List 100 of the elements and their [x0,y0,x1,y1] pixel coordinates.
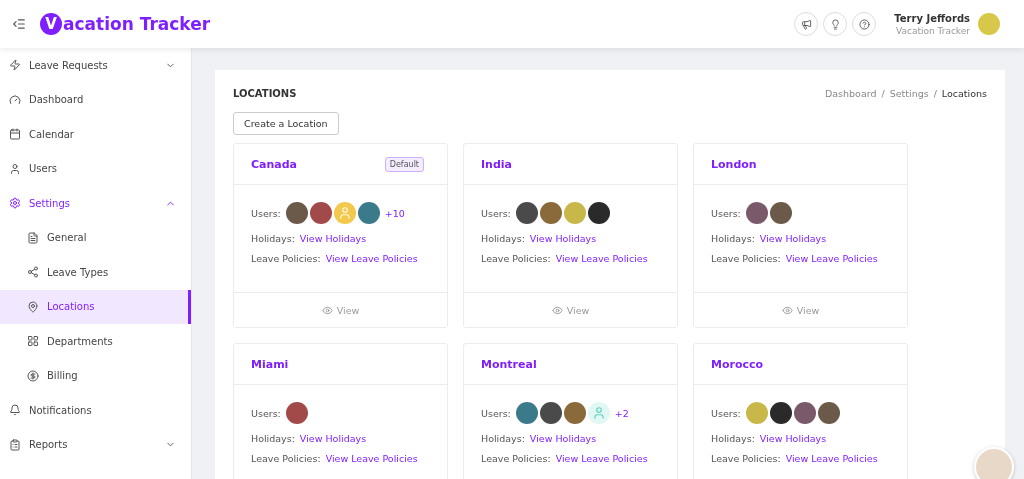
leave-policies-label: Leave Policies: [711,253,781,264]
leave-policies-label: Leave Policies: [481,253,551,264]
users-label: Users: [711,207,741,219]
users-label: Users: [711,407,741,419]
bolt-icon [9,59,21,72]
holidays-label: Holidays: [711,433,755,444]
announcements-button[interactable] [794,12,819,36]
location-name[interactable]: Canada [251,157,298,171]
user-icon [9,162,21,175]
sidebar-item[interactable]: Settings [0,186,191,221]
breadcrumb-separator: / [881,88,885,99]
sidebar-item[interactable]: Leave Types [0,255,191,290]
nodes-icon [27,266,39,279]
more-users-count: +10 [384,207,405,219]
sidebar-item[interactable]: Billing [0,358,191,393]
holidays-label: Holidays: [481,233,525,244]
user-avatar [769,202,792,224]
sidebar-item[interactable]: Leave Requests [0,48,191,83]
eye-icon [781,304,793,316]
user-avatar [817,402,840,424]
view-leave-policies-link[interactable]: View Leave Policies [785,253,878,264]
megaphone-icon [800,18,812,30]
help-button[interactable] [852,12,877,36]
holidays-label: Holidays: [711,233,755,244]
sidebar-item[interactable]: Locations [0,289,191,324]
user-avatar [587,202,610,224]
sidebar-item[interactable]: Users [0,151,191,186]
user-avatar [309,202,332,224]
view-leave-policies-link[interactable]: View Leave Policies [785,453,878,464]
sidebar-item[interactable]: General [0,220,191,255]
location-name[interactable]: Miami [251,357,289,371]
holidays-label: Holidays: [251,233,295,244]
breadcrumb-link[interactable]: Locations [941,88,987,99]
leave-policies-label: Leave Policies: [251,253,321,264]
view-holidays-link[interactable]: View Holidays [759,433,827,444]
view-leave-policies-link[interactable]: View Leave Policies [555,453,648,464]
user-avatar [745,402,768,424]
document-icon [27,231,39,244]
view-leave-policies-link[interactable]: View Leave Policies [325,253,418,264]
leave-policies-label: Leave Policies: [481,453,551,464]
calendar-icon [9,128,21,141]
holidays-label: Holidays: [251,433,295,444]
holidays-label: Holidays: [481,433,525,444]
view-leave-policies-link[interactable]: View Leave Policies [555,253,648,264]
users-label: Users: [481,407,511,419]
user-name: Terry Jeffords [894,12,970,24]
menu-icon[interactable] [12,17,26,31]
ideas-button[interactable] [823,12,848,36]
sidebar-item[interactable]: Departments [0,324,191,359]
gauge-icon [9,93,21,106]
users-label: Users: [481,207,511,219]
sidebar-item[interactable]: Reports [0,427,191,462]
user-avatar [285,402,308,424]
user-avatar [285,202,308,224]
create-location-button[interactable]: Create a Location [233,112,339,135]
logo-mark: V [40,13,62,35]
user-avatar [515,202,538,224]
view-holidays-link[interactable]: View Holidays [299,233,367,244]
user-avatar [793,402,816,424]
eye-icon [551,304,563,316]
breadcrumb-link[interactable]: Settings [889,88,929,99]
view-holidays-link[interactable]: View Holidays [299,433,367,444]
more-users-count: +2 [614,407,629,419]
bell-icon [9,404,21,417]
breadcrumb-separator: / [933,88,937,99]
gear-icon [9,197,21,210]
users-label: Users: [251,207,281,219]
users-label: Users: [251,407,281,419]
user-avatar [357,202,380,224]
sidebar-item[interactable]: Notifications [0,393,191,428]
user-avatar [539,202,562,224]
view-holidays-link[interactable]: View Holidays [529,433,597,444]
location-name[interactable]: India [481,157,512,171]
user-avatar[interactable] [978,13,1000,35]
brand-name: acation Tracker [63,14,211,34]
leave-policies-label: Leave Policies: [251,453,321,464]
clipboard-icon [9,438,21,451]
leave-policies-label: Leave Policies: [711,453,781,464]
view-holidays-link[interactable]: View Holidays [759,233,827,244]
lightbulb-icon [829,18,841,30]
eye-icon [321,304,333,316]
location-name[interactable]: London [711,157,757,171]
user-avatar [563,402,586,424]
view-holidays-link[interactable]: View Holidays [529,233,597,244]
location-name[interactable]: Montreal [481,357,537,371]
view-leave-policies-link[interactable]: View Leave Policies [325,453,418,464]
sidebar-item[interactable]: Dashboard [0,82,191,117]
location-name[interactable]: Morocco [711,357,764,371]
dollar-icon [27,369,39,382]
sidebar-item[interactable]: Calendar [0,117,191,152]
user-avatar [515,402,538,424]
help-icon [858,18,870,30]
user-avatar [745,202,768,224]
user-avatar [563,202,586,224]
default-badge: Default [384,156,424,172]
user-organization: Vacation Tracker [896,25,970,36]
breadcrumb-link[interactable]: Dashboard [824,88,877,99]
grid-icon [27,335,39,348]
user-avatar [769,402,792,424]
map-pin-icon [27,300,39,313]
